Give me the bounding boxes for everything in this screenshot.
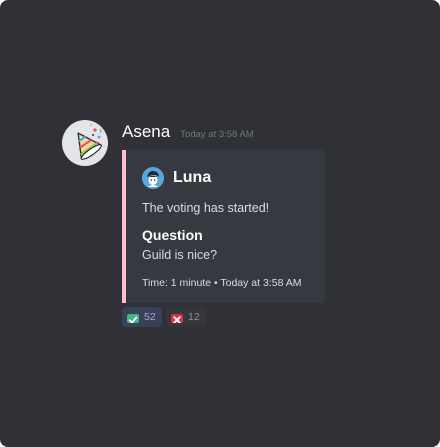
embed-field-value: Guild is nice? [142,248,218,262]
reaction-count: 12 [188,311,200,323]
x-mark-icon [171,311,183,323]
white-check-mark-icon [127,311,139,323]
user-avatar[interactable] [62,120,108,166]
embed-field-name: Question [142,227,203,243]
party-popper-icon [77,123,102,160]
embed-description: The voting has started! [142,201,270,215]
message-header: Asena Today at 3:58 AM [122,122,254,142]
reaction-check[interactable]: 52 [122,307,162,327]
reaction-count: 52 [144,311,156,323]
message-username[interactable]: Asena [122,122,170,141]
reaction-cross[interactable]: 12 [166,307,206,327]
message-timestamp: Today at 3:58 AM [180,129,254,140]
luna-avatar-icon [142,167,164,189]
embed-author-name: Luna [173,169,212,186]
poll-embed: Luna The voting has started! Question Gu… [122,150,325,303]
chat-window: Asena Today at 3:58 AM Luna The voting h… [0,0,440,447]
embed-footer: Time: 1 minute • Today at 3:58 AM [142,277,302,289]
